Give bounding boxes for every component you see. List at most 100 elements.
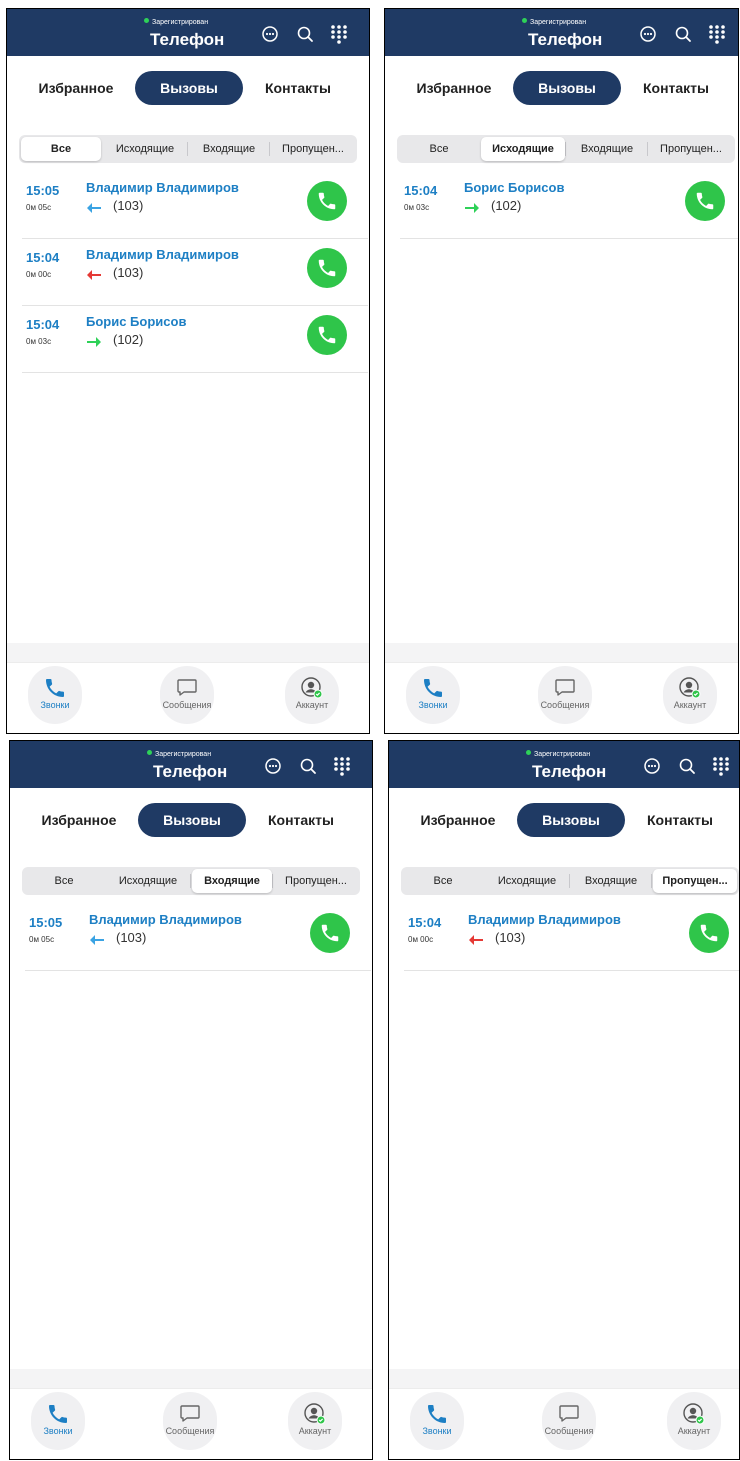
direction-arrow-icon: [90, 935, 104, 945]
more-options-icon[interactable]: [637, 23, 659, 45]
dialpad-icon[interactable]: [706, 23, 728, 45]
message-icon: [180, 1405, 200, 1422]
filter-incoming[interactable]: Входящие: [571, 869, 651, 893]
nav-account[interactable]: Аккаунт: [659, 1392, 729, 1454]
more-options-icon[interactable]: [259, 23, 281, 45]
filter-outgoing[interactable]: Исходящие: [106, 869, 190, 893]
search-icon[interactable]: [297, 755, 319, 777]
nav-calls[interactable]: Звонки: [20, 666, 90, 728]
nav-messages[interactable]: Сообщения: [155, 1392, 225, 1454]
app-header: Зарегистрирован Телефон: [10, 741, 372, 788]
nav-account[interactable]: Аккаунт: [280, 1392, 350, 1454]
filter-missed[interactable]: Пропущен...: [649, 137, 733, 161]
call-button[interactable]: [307, 181, 347, 221]
app-header: Зарегистрирован Телефон: [7, 9, 369, 56]
registration-status: Зарегистрирован: [147, 750, 211, 758]
bottom-nav: Звонки Сообщения Аккаунт: [385, 662, 738, 733]
page-title: Телефон: [150, 30, 225, 49]
more-options-icon[interactable]: [262, 755, 284, 777]
call-button[interactable]: [307, 248, 347, 288]
main-tabs: Избранное Вызовы Контакты: [389, 803, 739, 839]
tab-contacts[interactable]: Контакты: [257, 803, 345, 837]
call-time: 15:04: [26, 250, 60, 265]
phone-icon: [424, 679, 442, 697]
contact-number: (103): [116, 930, 147, 945]
main-tabs: Избранное Вызовы Контакты: [10, 803, 372, 839]
contact-number: (103): [113, 198, 144, 213]
tab-favorites[interactable]: Избранное: [32, 803, 126, 837]
nav-calls[interactable]: Звонки: [402, 1392, 472, 1454]
nav-messages[interactable]: Сообщения: [530, 666, 600, 728]
filter-all[interactable]: Все: [21, 137, 101, 161]
nav-messages[interactable]: Сообщения: [152, 666, 222, 728]
nav-calls[interactable]: Звонки: [23, 1392, 93, 1454]
tab-contacts[interactable]: Контакты: [254, 71, 342, 105]
tab-calls[interactable]: Вызовы: [138, 803, 246, 837]
call-row[interactable]: 15:05 0м 05с Владимир Владимиров (103): [25, 904, 371, 971]
contact-name: Владимир Владимиров: [86, 180, 239, 195]
call-duration: 0м 03с: [26, 337, 52, 346]
segment-divider: [569, 874, 570, 888]
call-row[interactable]: 15:04 0м 03с Борис Борисов (102): [400, 172, 738, 239]
nav-account[interactable]: Аккаунт: [277, 666, 347, 728]
contact-name: Владимир Владимиров: [468, 912, 621, 927]
nav-calls[interactable]: Звонки: [398, 666, 468, 728]
call-row[interactable]: 15:04 0м 00с Владимир Владимиров (103): [404, 904, 739, 971]
contact-number: (102): [113, 332, 144, 347]
nav-messages-label: Сообщения: [540, 700, 590, 710]
filter-incoming[interactable]: Входящие: [192, 869, 272, 893]
search-icon[interactable]: [672, 23, 694, 45]
filter-outgoing[interactable]: Исходящие: [485, 869, 569, 893]
tab-contacts[interactable]: Контакты: [636, 803, 724, 837]
filter-all[interactable]: Все: [403, 869, 483, 893]
more-options-icon[interactable]: [641, 755, 663, 777]
tab-calls[interactable]: Вызовы: [517, 803, 625, 837]
call-button[interactable]: [685, 181, 725, 221]
segment-divider: [190, 874, 191, 888]
call-row[interactable]: 15:04 0м 03с Борис Борисов (102): [22, 306, 368, 373]
tab-contacts[interactable]: Контакты: [632, 71, 720, 105]
filter-incoming[interactable]: Входящие: [567, 137, 647, 161]
contact-number: (102): [491, 198, 522, 213]
panel-outgoing: Зарегистрирован Телефон Избранное Вызовы…: [384, 8, 739, 734]
filter-all[interactable]: Все: [399, 137, 479, 161]
contact-name: Борис Борисов: [86, 314, 187, 329]
filter-missed[interactable]: Пропущен...: [274, 869, 358, 893]
search-icon[interactable]: [676, 755, 698, 777]
call-row[interactable]: 15:05 0м 05с Владимир Владимиров (103): [22, 172, 368, 239]
filter-missed[interactable]: Пропущен...: [271, 137, 355, 161]
filter-missed[interactable]: Пропущен...: [653, 869, 737, 893]
call-time: 15:04: [408, 915, 442, 930]
dialpad-icon[interactable]: [331, 755, 353, 777]
status-dot-icon: [147, 750, 152, 755]
segment-divider: [565, 142, 566, 156]
search-icon[interactable]: [294, 23, 316, 45]
message-icon: [559, 1405, 579, 1422]
page-title: Телефон: [532, 762, 607, 781]
dialpad-icon[interactable]: [710, 755, 732, 777]
call-button[interactable]: [689, 913, 729, 953]
nav-account[interactable]: Аккаунт: [655, 666, 725, 728]
segment-divider: [269, 142, 270, 156]
segment-divider: [272, 874, 273, 888]
call-time: 15:05: [26, 183, 60, 198]
nav-messages[interactable]: Сообщения: [534, 1392, 604, 1454]
call-button[interactable]: [307, 315, 347, 355]
filter-outgoing[interactable]: Исходящие: [103, 137, 187, 161]
panel-incoming: Зарегистрирован Телефон Избранное Вызовы…: [9, 740, 373, 1460]
tab-favorites[interactable]: Избранное: [411, 803, 505, 837]
call-duration: 0м 05с: [29, 935, 55, 944]
tab-favorites[interactable]: Избранное: [29, 71, 123, 105]
main-tabs: Избранное Вызовы Контакты: [7, 71, 369, 107]
filter-outgoing[interactable]: Исходящие: [481, 137, 565, 161]
call-row[interactable]: 15:04 0м 00с Владимир Владимиров (103): [22, 239, 368, 306]
panel-all: Зарегистрирован Телефон Избранное Вызовы…: [6, 8, 370, 734]
tab-calls[interactable]: Вызовы: [513, 71, 621, 105]
direction-arrow-icon: [469, 935, 483, 945]
call-button[interactable]: [310, 913, 350, 953]
tab-calls[interactable]: Вызовы: [135, 71, 243, 105]
tab-favorites[interactable]: Избранное: [407, 71, 501, 105]
filter-incoming[interactable]: Входящие: [189, 137, 269, 161]
dialpad-icon[interactable]: [328, 23, 350, 45]
filter-all[interactable]: Все: [24, 869, 104, 893]
